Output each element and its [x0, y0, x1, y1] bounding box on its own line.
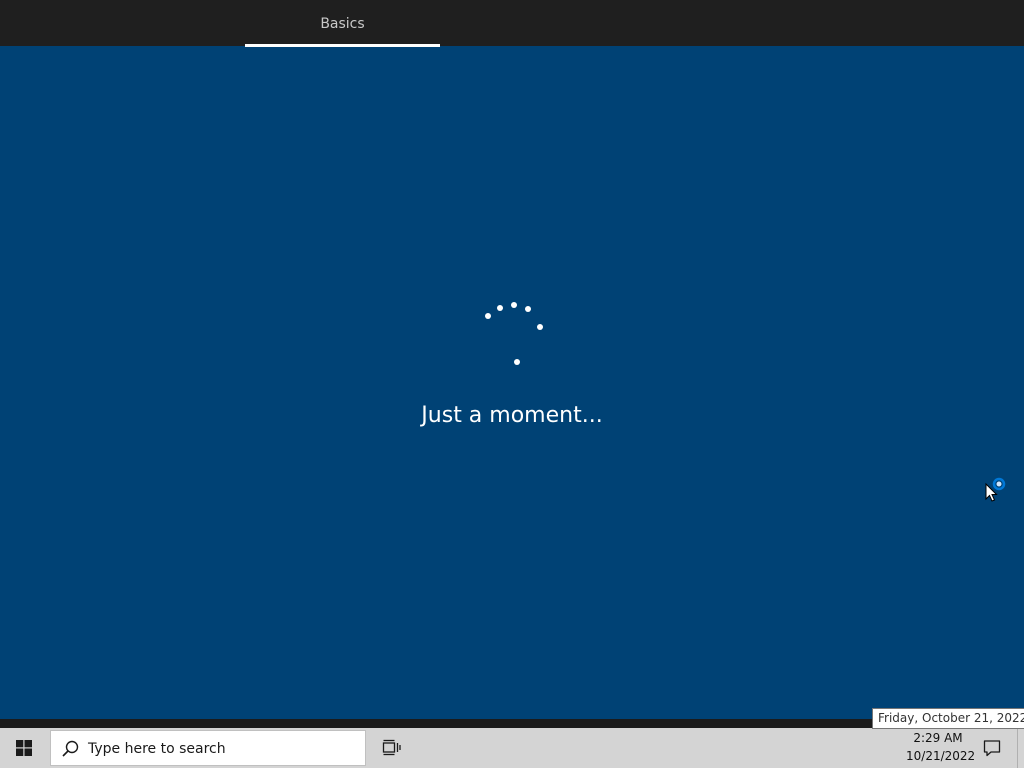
task-view-button[interactable]	[372, 728, 412, 768]
tab-selected-indicator	[245, 44, 440, 47]
task-view-icon	[382, 739, 401, 756]
tab-basics[interactable]: Basics	[245, 0, 440, 46]
taskbar-top-border	[0, 719, 1024, 728]
setup-header: Basics	[0, 0, 1024, 47]
taskbar-clock[interactable]: 2:29 AM 10/21/2022	[906, 728, 976, 768]
spinner-dot	[537, 324, 543, 330]
clock-time: 2:29 AM	[913, 731, 963, 745]
action-center-icon	[983, 740, 1001, 757]
status-message: Just a moment...	[421, 403, 603, 428]
windows-logo-icon	[16, 740, 32, 756]
magnifier-icon	[62, 740, 79, 757]
taskbar-search-box[interactable]: Type here to search	[50, 730, 366, 766]
clock-date: 10/21/2022	[906, 749, 976, 763]
action-center-button[interactable]	[975, 728, 1009, 768]
loading-dots-icon	[485, 302, 543, 365]
start-button[interactable]	[0, 728, 48, 768]
spinner-dot	[485, 313, 491, 319]
spinner-dot	[511, 302, 517, 308]
date-tooltip: Friday, October 21, 2022	[872, 708, 1024, 729]
spinner-dot	[514, 359, 520, 365]
show-desktop-button[interactable]	[1017, 728, 1018, 768]
taskbar: Type here to search 2:29 AM 10/21/2022	[0, 728, 1024, 768]
spinner-dot	[497, 305, 503, 311]
oobe-screen: Basics Just a moment... Type here to sea…	[0, 0, 1024, 768]
search-placeholder: Type here to search	[88, 741, 226, 757]
spinner-dot	[525, 306, 531, 312]
busy-pointer-icon	[985, 477, 1006, 502]
